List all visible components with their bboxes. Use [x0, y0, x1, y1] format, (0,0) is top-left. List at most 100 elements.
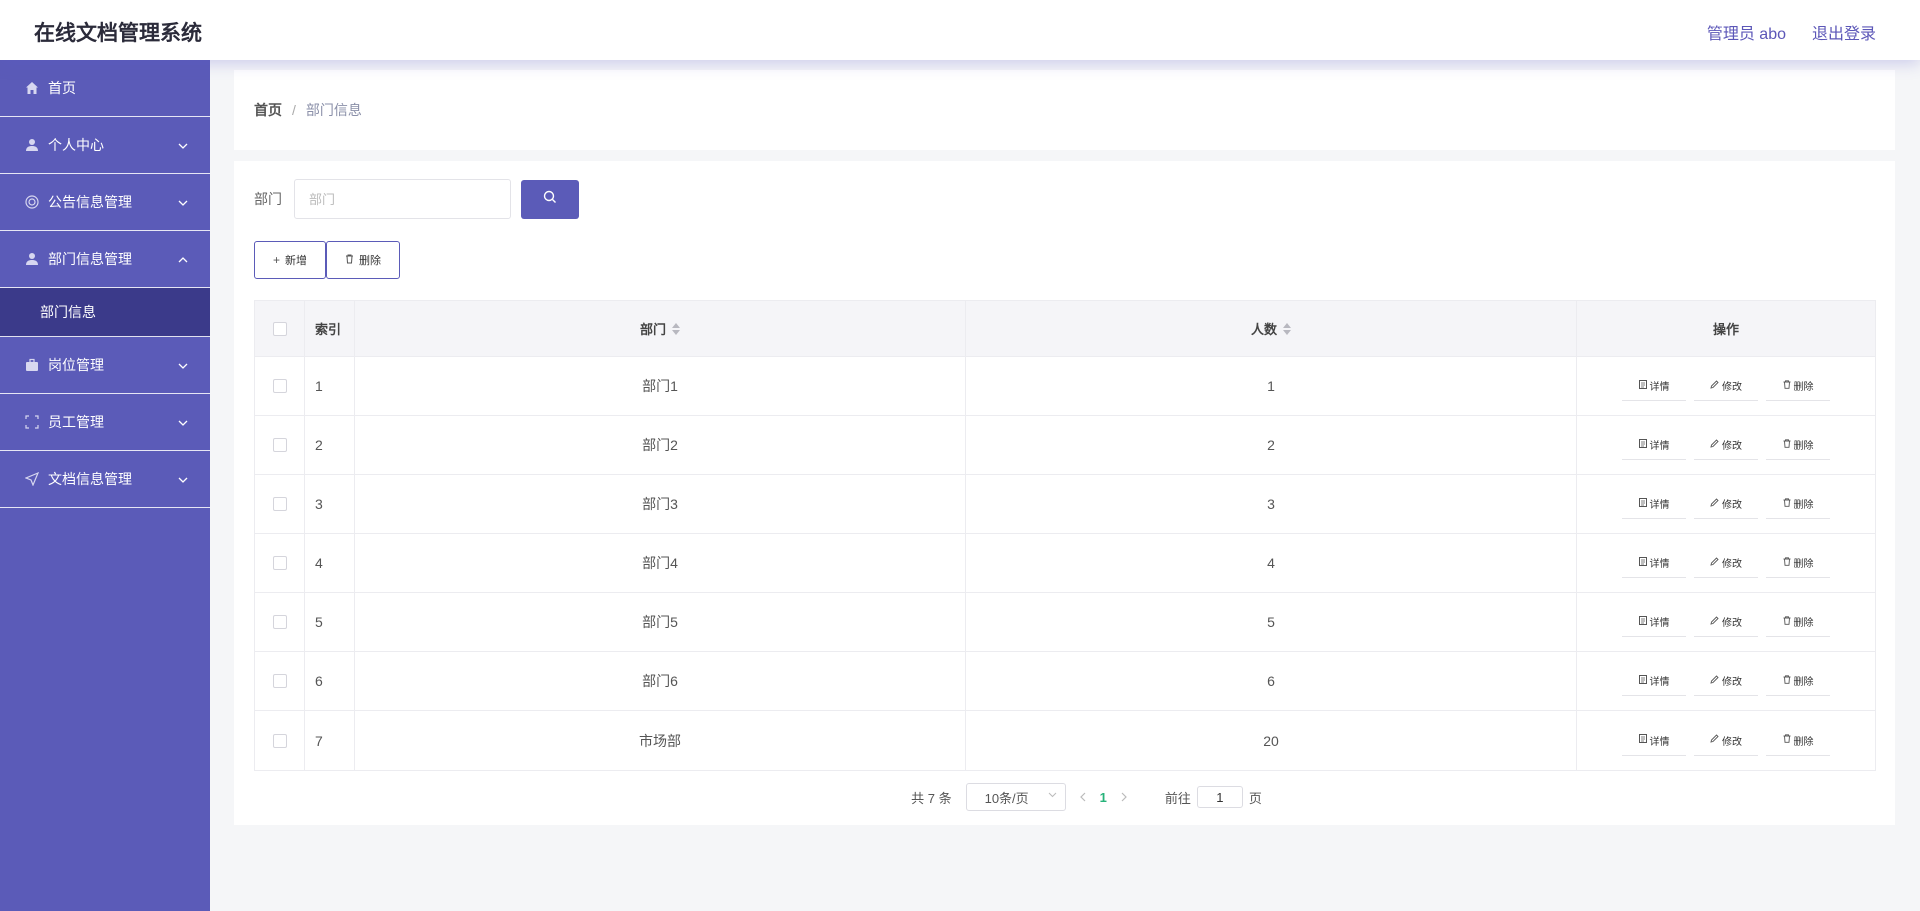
row-checkbox[interactable]	[272, 733, 287, 748]
column-header-department[interactable]: 部门	[355, 301, 966, 356]
trash-icon	[1783, 615, 1791, 628]
row-checkbox-cell	[255, 534, 305, 592]
sidebar-item-position[interactable]: 岗位管理	[0, 337, 210, 394]
prev-page-button[interactable]	[1079, 789, 1086, 805]
edit-label: 修改	[1722, 736, 1742, 748]
trash-icon	[1783, 438, 1791, 451]
sidebar-item-employee[interactable]: 员工管理	[0, 394, 210, 451]
cell-index: 1	[305, 357, 355, 415]
edit-label: 修改	[1722, 441, 1742, 452]
edit-button[interactable]: 修改	[1694, 726, 1758, 756]
row-delete-button[interactable]: 删除	[1766, 666, 1830, 696]
current-user: 管理员 abo	[1706, 26, 1786, 43]
row-checkbox-cell	[255, 711, 305, 770]
chevron-down-icon	[178, 472, 188, 486]
row-checkbox[interactable]	[272, 556, 287, 570]
sidebar-item-personal-center[interactable]: 个人中心	[0, 117, 210, 174]
cell-actions: 详情 修改 删除	[1577, 416, 1875, 474]
column-header-label: 部门	[639, 322, 666, 337]
cell-department: 部门5	[355, 593, 966, 651]
sidebar-item-label: 个人中心	[48, 137, 104, 153]
detail-label: 详情	[1649, 441, 1670, 452]
edit-button[interactable]: 修改	[1694, 430, 1758, 460]
pagination: 共 7 条 10条/页 1 前往 页	[234, 782, 1895, 812]
table-row: 3 部门3 3 详情 修改 删除	[255, 475, 1875, 534]
next-page-button[interactable]	[1121, 789, 1127, 805]
edit-button[interactable]: 修改	[1694, 489, 1758, 519]
search-icon	[543, 190, 557, 209]
row-delete-button[interactable]: 删除	[1766, 726, 1830, 756]
search-button[interactable]	[521, 179, 579, 219]
plus-icon: +	[273, 253, 281, 267]
cell-count: 4	[966, 534, 1577, 592]
delete-label: 删除	[1793, 441, 1814, 452]
detail-label: 详情	[1649, 677, 1670, 688]
cell-department: 部门2	[355, 416, 966, 474]
row-checkbox[interactable]	[272, 438, 287, 452]
detail-button[interactable]: 详情	[1622, 371, 1686, 401]
edit-button[interactable]: 修改	[1694, 607, 1758, 637]
column-header-count[interactable]: 人数	[966, 301, 1577, 356]
sidebar-item-document[interactable]: 文档信息管理	[0, 451, 210, 508]
row-delete-button[interactable]: 删除	[1766, 430, 1830, 460]
delete-label: 删除	[1793, 500, 1814, 511]
cell-actions: 详情 修改 删除	[1577, 652, 1875, 710]
trash-icon	[1783, 379, 1791, 392]
delete-label: 删除	[1793, 618, 1814, 629]
document-icon	[1638, 615, 1647, 628]
edit-button[interactable]: 修改	[1694, 666, 1758, 696]
trash-icon	[1783, 734, 1791, 746]
row-delete-button[interactable]: 删除	[1766, 489, 1830, 519]
detail-label: 详情	[1649, 500, 1670, 511]
cell-index: 6	[305, 652, 355, 710]
edit-button[interactable]: 修改	[1694, 548, 1758, 578]
cell-department: 部门1	[355, 357, 966, 415]
search-input[interactable]	[294, 179, 511, 219]
row-delete-button[interactable]: 删除	[1766, 548, 1830, 578]
delete-label: 删除	[1793, 382, 1814, 393]
breadcrumb-home[interactable]: 首页	[254, 100, 282, 120]
document-icon	[1638, 556, 1647, 569]
page-number-current[interactable]: 1	[1100, 790, 1107, 805]
row-checkbox[interactable]	[272, 615, 287, 629]
document-icon	[1638, 438, 1647, 451]
sidebar-item-home[interactable]: 首页	[0, 60, 210, 117]
sidebar-item-department[interactable]: 部门信息管理	[0, 231, 210, 288]
document-icon	[1638, 497, 1647, 510]
cell-index: 3	[305, 475, 355, 533]
edit-button[interactable]: 修改	[1694, 371, 1758, 401]
edit-icon	[1710, 615, 1719, 628]
delete-label: 删除	[1793, 559, 1814, 570]
sidebar-subitem-department-info[interactable]: 部门信息	[0, 288, 210, 337]
goto-page-input[interactable]	[1196, 786, 1243, 808]
chevron-down-icon	[178, 358, 188, 372]
row-checkbox[interactable]	[272, 497, 287, 511]
cell-count: 6	[966, 652, 1577, 710]
select-all-checkbox[interactable]	[272, 321, 287, 336]
trash-icon	[1783, 674, 1791, 687]
chevron-down-icon	[178, 415, 188, 429]
sidebar-item-announcement[interactable]: 公告信息管理	[0, 174, 210, 231]
detail-button[interactable]: 详情	[1622, 489, 1686, 519]
delete-button[interactable]: 删除	[326, 241, 401, 279]
document-icon	[1638, 734, 1647, 746]
row-delete-button[interactable]: 删除	[1766, 371, 1830, 401]
cell-count: 20	[966, 711, 1577, 770]
table-row: 5 部门5 5 详情 修改 删除	[255, 593, 1875, 652]
page-suffix: 页	[1248, 790, 1262, 806]
detail-button[interactable]: 详情	[1622, 430, 1686, 460]
detail-button[interactable]: 详情	[1622, 666, 1686, 696]
detail-button[interactable]: 详情	[1622, 607, 1686, 637]
logout-link[interactable]: 退出登录	[1812, 20, 1876, 44]
row-checkbox[interactable]	[272, 674, 287, 688]
row-delete-button[interactable]: 删除	[1766, 607, 1830, 637]
add-button[interactable]: + 新增	[254, 241, 327, 279]
detail-button[interactable]: 详情	[1622, 726, 1686, 756]
chevron-down-icon	[178, 195, 188, 209]
row-checkbox[interactable]	[272, 379, 287, 393]
sort-icon	[1283, 322, 1291, 335]
edit-icon	[1710, 674, 1719, 687]
page-size-select[interactable]: 10条/页	[965, 783, 1066, 811]
edit-icon	[1710, 734, 1719, 746]
detail-button[interactable]: 详情	[1622, 548, 1686, 578]
